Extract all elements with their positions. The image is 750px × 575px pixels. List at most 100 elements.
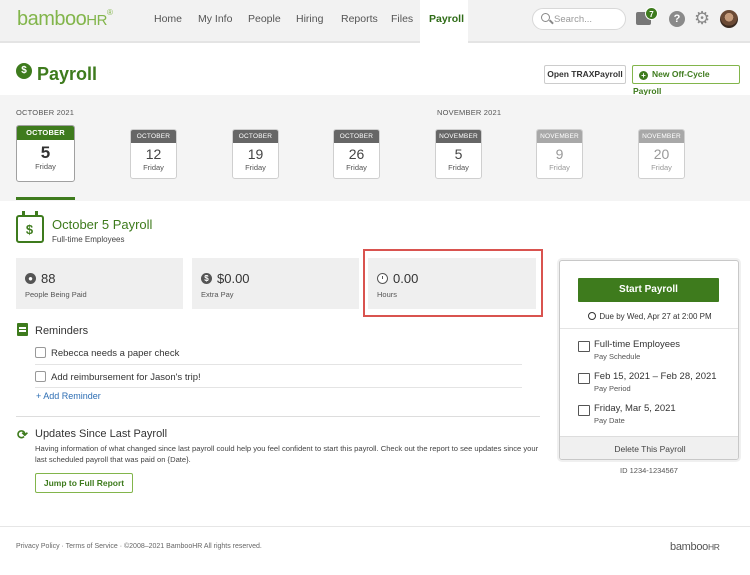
- date-weekday: Friday: [651, 163, 672, 172]
- nav-people[interactable]: People: [248, 13, 281, 25]
- footer-logo: bambooHR: [670, 541, 720, 553]
- due-date: Due by Wed, Apr 27 at 2:00 PM: [560, 312, 738, 321]
- reminders-title: Reminders: [35, 325, 89, 337]
- gear-icon[interactable]: ⚙: [694, 9, 710, 27]
- stat-extra-pay: $ $0.00 Extra Pay: [192, 258, 359, 309]
- due-text: Due by Wed, Apr 27 at 2:00 PM: [599, 312, 712, 321]
- reminder-checkbox[interactable]: [35, 371, 46, 382]
- date-month: OCTOBER: [334, 130, 379, 143]
- footer-legal[interactable]: Privacy Policy · Terms of Service · ©200…: [16, 543, 262, 550]
- refresh-icon: ⟳: [17, 427, 28, 442]
- date-day: 9: [555, 146, 564, 162]
- date-month: NOVEMBER: [436, 130, 481, 143]
- date-weekday: Friday: [346, 163, 367, 172]
- bank-icon: [578, 405, 590, 416]
- date-day: 20: [653, 146, 670, 162]
- date-month: OCTOBER: [233, 130, 278, 143]
- reminder-checkbox[interactable]: [35, 347, 46, 358]
- stat-people-being-paid: ● 88 People Being Paid: [16, 258, 183, 309]
- date-weekday: Friday: [143, 163, 164, 172]
- stat-label: People Being Paid: [25, 290, 87, 299]
- reminders-icon: [17, 323, 28, 336]
- pay-period-label: Pay Period: [594, 384, 631, 393]
- pay-schedule-icon: [578, 341, 590, 352]
- pay-date-value: Friday, Mar 5, 2021: [594, 403, 676, 414]
- date-day: 26: [348, 146, 365, 162]
- date-month: OCTOBER: [131, 130, 176, 143]
- search-input[interactable]: Search...: [532, 8, 626, 30]
- jump-to-full-report-button[interactable]: Jump to Full Report: [35, 473, 133, 493]
- logo-text: bamboo: [17, 8, 87, 30]
- dollar-icon: $: [16, 63, 32, 79]
- start-payroll-card: Start Payroll Due by Wed, Apr 27 at 2:00…: [559, 260, 739, 460]
- logo-reg: ®: [106, 8, 113, 17]
- calendar-date-oct-12[interactable]: OCTOBER 12 Friday: [130, 129, 177, 179]
- reminder-text: Rebecca needs a paper check: [51, 348, 180, 359]
- date-day: 19: [247, 146, 264, 162]
- reminder-divider: [35, 364, 522, 365]
- new-off-cycle-payroll-button[interactable]: + New Off-Cycle Payroll: [632, 65, 740, 96]
- check-circle-icon: [588, 312, 597, 320]
- start-payroll-button[interactable]: Start Payroll: [578, 278, 719, 302]
- date-month: NOVEMBER: [537, 130, 582, 143]
- card-divider: [560, 328, 738, 329]
- date-weekday: Friday: [549, 163, 570, 172]
- page-title: Payroll: [37, 64, 98, 84]
- stat-label: Extra Pay: [201, 290, 234, 299]
- payroll-title: October 5 Payroll: [52, 217, 153, 232]
- date-month: NOVEMBER: [639, 130, 684, 143]
- payroll-calendar-icon: $: [16, 211, 44, 243]
- updates-title: Updates Since Last Payroll: [35, 428, 168, 440]
- section-divider: [16, 416, 540, 417]
- date-month: OCTOBER: [17, 126, 74, 140]
- nav-payroll[interactable]: Payroll: [420, 0, 468, 43]
- payroll-id: ID 1234-1234567: [620, 466, 678, 475]
- stat-value: $0.00: [217, 271, 250, 286]
- nav-my-info[interactable]: My Info: [198, 13, 232, 25]
- bamboohr-logo[interactable]: bambooHR®: [17, 8, 113, 31]
- nav-home[interactable]: Home: [154, 13, 182, 25]
- month-label-november: NOVEMBER 2021: [437, 108, 502, 117]
- open-traxpayroll-button[interactable]: Open TRAXPayroll: [544, 65, 626, 84]
- date-day: 12: [145, 146, 162, 162]
- calendar-date-oct-5[interactable]: OCTOBER 5 Friday: [16, 125, 75, 182]
- pay-schedule-label: Pay Schedule: [594, 352, 641, 361]
- month-label-october: OCTOBER 2021: [16, 108, 75, 117]
- search-icon: [541, 13, 550, 22]
- dollar-icon: $: [201, 273, 212, 284]
- payroll-subtitle: Full-time Employees: [52, 235, 125, 244]
- reminder-divider: [35, 387, 522, 388]
- add-reminder-link[interactable]: + Add Reminder: [36, 391, 101, 401]
- footer-logo-hr: HR: [707, 542, 720, 552]
- pay-period-calendar-icon: [578, 373, 590, 384]
- calendar-date-nov-20[interactable]: NOVEMBER 20 Friday: [638, 129, 685, 179]
- nav-reports[interactable]: Reports: [341, 13, 378, 25]
- delete-payroll-button[interactable]: Delete This Payroll: [560, 436, 738, 459]
- calendar-date-nov-5[interactable]: NOVEMBER 5 Friday: [435, 129, 482, 179]
- date-weekday: Friday: [245, 163, 266, 172]
- selected-date-indicator: [16, 197, 75, 200]
- search-placeholder: Search...: [554, 14, 593, 25]
- pay-date-label: Pay Date: [594, 416, 625, 425]
- nav-hiring[interactable]: Hiring: [296, 13, 323, 25]
- help-icon[interactable]: ?: [669, 11, 685, 27]
- date-weekday: Friday: [35, 162, 56, 171]
- person-icon: ●: [25, 273, 36, 284]
- footer-logo-text: bamboo: [670, 541, 708, 553]
- plus-icon: +: [639, 71, 648, 80]
- calendar-date-nov-9[interactable]: NOVEMBER 9 Friday: [536, 129, 583, 179]
- footer-divider: [0, 526, 750, 527]
- date-day: 5: [454, 146, 463, 162]
- logo-hr: HR: [86, 12, 107, 29]
- pay-schedule-value: Full-time Employees: [594, 339, 681, 350]
- inbox-badge: 7: [645, 7, 658, 20]
- stat-value: 88: [41, 271, 56, 286]
- reminder-text: Add reimbursement for Jason's trip!: [51, 372, 201, 383]
- avatar[interactable]: [720, 10, 738, 28]
- nav-payroll-label: Payroll: [429, 13, 465, 25]
- top-nav: bambooHR® Home My Info People Hiring Rep…: [0, 0, 750, 43]
- nav-files[interactable]: Files: [391, 13, 413, 25]
- calendar-date-oct-26[interactable]: OCTOBER 26 Friday: [333, 129, 380, 179]
- calendar-dollar-glyph: $: [25, 222, 34, 237]
- calendar-date-oct-19[interactable]: OCTOBER 19 Friday: [232, 129, 279, 179]
